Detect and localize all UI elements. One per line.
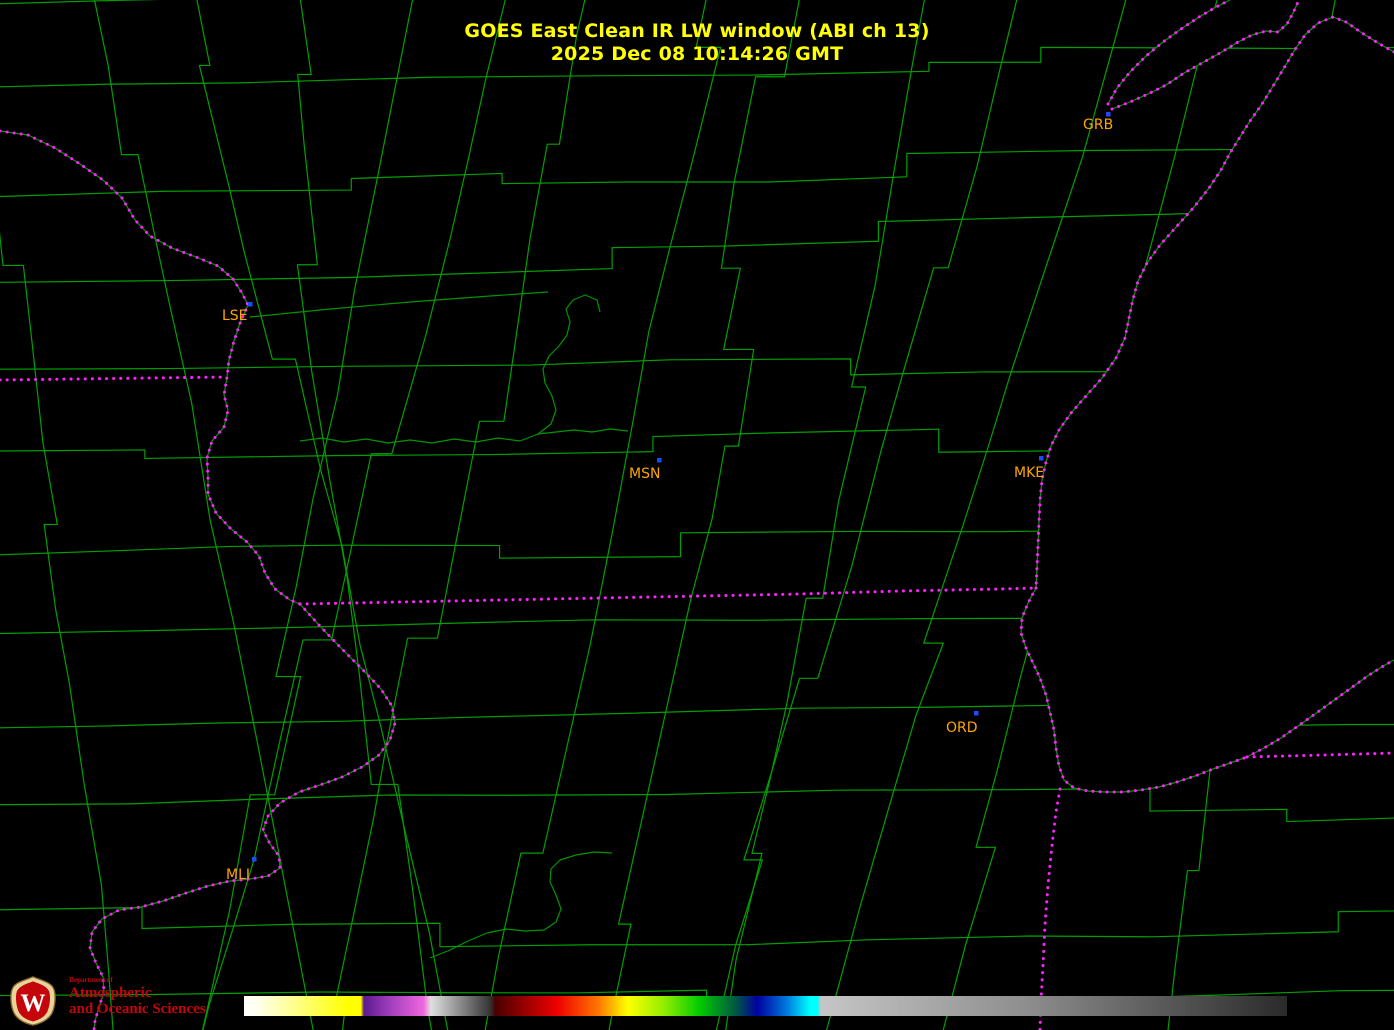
- wisconsin-river-east: [537, 428, 629, 435]
- water-polygon: [1021, 17, 1394, 792]
- station-label: MKE: [1014, 465, 1044, 481]
- county-line-vertical: [334, 0, 586, 1030]
- aos-logo: W Department of Atmospheric and Oceanic …: [6, 976, 206, 1026]
- county-line-vertical: [296, 0, 433, 1030]
- mn-ia-border: [0, 375, 229, 382]
- station-dot: [974, 711, 979, 716]
- il-in-border: [1038, 787, 1062, 1030]
- station-MKE: MKE: [1014, 456, 1044, 481]
- stations-layer: GRB LSE MSN MKE ORD MLI: [222, 112, 1113, 883]
- station-ORD: ORD: [946, 711, 979, 736]
- crest-letter: W: [21, 990, 46, 1017]
- county-line-horizontal: [0, 131, 1394, 198]
- logo-name-line-2: and Oceanic Sciences: [69, 1001, 206, 1017]
- station-GRB: GRB: [1083, 112, 1113, 133]
- lake-michigan-fill: [1021, 0, 1394, 792]
- ir-temperature-color-scale: [244, 996, 1287, 1016]
- logo-dept-label: Department of: [69, 976, 113, 984]
- station-MSN: MSN: [629, 458, 662, 482]
- title-line-1: GOES East Clean IR LW window (ABI ch 13): [464, 20, 930, 42]
- station-dot: [252, 857, 257, 862]
- station-label: MSN: [629, 466, 660, 482]
- image-title: GOES East Clean IR LW window (ABI ch 13)…: [0, 20, 1394, 66]
- logo-name-line-1: Atmospheric: [69, 985, 152, 1001]
- satellite-viewer: GRB LSE MSN MKE ORD MLI GOES East Clean IR LW…: [0, 0, 1394, 1030]
- logo-text-block: Department of Atmospheric and Oceanic Sc…: [69, 976, 206, 1017]
- county-line-horizontal: [0, 787, 1394, 823]
- county-line-vertical: [484, 0, 722, 1030]
- county-line-vertical: [715, 0, 1018, 1030]
- rock-river: [429, 851, 613, 959]
- county-line-horizontal: [0, 0, 162, 5]
- county-line-horizontal: [0, 906, 1394, 948]
- county-line-vertical: [725, 0, 925, 1030]
- station-dot: [1039, 456, 1044, 461]
- station-label: MLI: [226, 867, 250, 883]
- uw-crest-icon: W: [10, 976, 56, 1026]
- wi-il-border: [298, 586, 1038, 606]
- station-dot: [1106, 112, 1111, 117]
- in-mi-border: [1245, 751, 1394, 759]
- station-label: GRB: [1083, 117, 1113, 133]
- title-line-2: 2025 Dec 08 10:14:26 GMT: [550, 43, 844, 65]
- county-line-vertical: [93, 0, 314, 1030]
- station-dot: [657, 458, 662, 463]
- station-dot: [248, 302, 253, 307]
- lacrosse-county-line: [249, 291, 549, 318]
- wisconsin-river: [299, 294, 601, 444]
- map-canvas: GRB LSE MSN MKE ORD MLI: [0, 0, 1394, 1030]
- station-label: ORD: [946, 720, 978, 736]
- county-line-vertical: [608, 0, 800, 1030]
- station-label: LSE: [222, 308, 248, 324]
